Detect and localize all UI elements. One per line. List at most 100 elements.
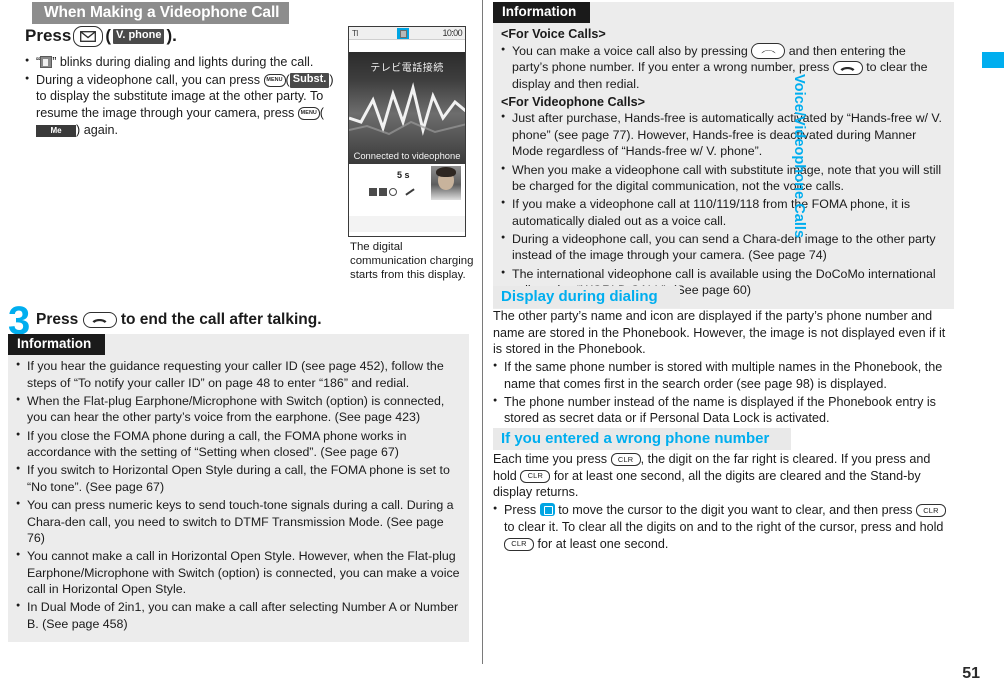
list-item: If you switch to Horizontal Open Style d… — [16, 462, 460, 495]
display-dialing-paragraph: The other party’s name and icon are disp… — [493, 309, 946, 357]
information-list-left: If you hear the guidance requesting your… — [8, 358, 469, 632]
mail-key-icon — [73, 26, 104, 47]
phone-blank-strip — [349, 40, 465, 52]
wrong-part1: Each time you press — [493, 452, 608, 466]
press-notes-list: “” blinks during dialing and lights duri… — [25, 54, 337, 140]
list-item: The phone number instead of the name is … — [493, 394, 954, 427]
clr-key-icon: CLR — [610, 453, 641, 467]
softkey-v-phone: V. phone — [113, 29, 165, 44]
list-item: You cannot make a call in Horizontal Ope… — [16, 548, 460, 597]
menu-key-icon: MENU — [263, 73, 286, 87]
icon-b — [379, 188, 387, 196]
list-item: Just after purchase, Hands-free is autom… — [501, 110, 945, 159]
videophone-status-icon — [397, 28, 409, 39]
list-item: When you make a videophone call with sub… — [501, 162, 945, 195]
subhead-voice-calls: <For Voice Calls> — [501, 27, 606, 42]
page-number: 51 — [962, 665, 980, 682]
step-text-after: to end the call after talking. — [120, 311, 322, 328]
voice-call-list: You can make a voice call also by pressi… — [493, 43, 954, 92]
signal-icon: Tl — [352, 29, 358, 38]
call-key-icon — [751, 43, 786, 60]
display-dialing-list: If the same phone number is stored with … — [493, 359, 954, 427]
icon-pen — [405, 188, 415, 196]
phone-status-bar: Tl 10:00 — [349, 27, 465, 40]
video-title-jp: テレビ電話接続 — [370, 63, 444, 74]
icon-clock — [389, 188, 397, 196]
step-text-before: Press — [36, 311, 79, 328]
softkey-me: Me — [36, 124, 76, 137]
video-caption: Connected to videophone — [353, 150, 461, 161]
section-header-videophone: When Making a Videophone Call — [32, 2, 290, 25]
wrong-number-title: If you entered a wrong phone number — [493, 428, 792, 451]
clr-key-icon-3: CLR — [915, 504, 946, 518]
list-item: If the same phone number is stored with … — [493, 359, 954, 392]
clr-key-icon-2: CLR — [520, 469, 551, 483]
wrong-number-paragraph: Each time you press CLR, the digit on th… — [493, 451, 954, 501]
chapter-tab-label: Voice/Videophone Calls — [791, 74, 807, 239]
section-title-text: When Making a Videophone Call — [32, 2, 290, 25]
wrong-number-body: Each time you press CLR, the digit on th… — [493, 451, 954, 553]
cursor-key-icon — [539, 503, 555, 517]
step-3: 3 Press to end the call after talking. — [8, 299, 458, 343]
list-item: When the Flat-plug Earphone/Microphone w… — [16, 393, 460, 426]
bullet-1-text: ” blinks during dialing and lights durin… — [52, 55, 314, 69]
subhead-videophone-calls: <For Videophone Calls> — [501, 95, 645, 110]
phone-status-icon-row — [369, 188, 415, 196]
section-header-wrong-number: If you entered a wrong phone number — [493, 428, 792, 451]
chapter-tab-marker — [982, 52, 1004, 68]
wrong-number-list: Press to move the cursor to the digit yo… — [493, 502, 954, 552]
end-call-key-icon-right — [832, 60, 863, 75]
paren-open: ( — [105, 26, 111, 46]
phone-screenshot: Tl 10:00 テレビ電話接続 Connected to videophone… — [348, 26, 466, 237]
list-item: “” blinks during dialing and lights duri… — [25, 54, 337, 71]
end-call-key-icon — [82, 311, 117, 328]
list-item: Press to move the cursor to the digit yo… — [493, 502, 954, 552]
column-divider — [482, 0, 483, 664]
softkey-subst: Subst. — [289, 73, 330, 88]
call-timer: 5 s — [397, 170, 410, 180]
wb-part2: to move the cursor to the digit you want… — [558, 503, 913, 518]
information-title-right: Information — [493, 2, 591, 24]
voice-bullet-part1: You can make a voice call also by pressi… — [512, 43, 748, 58]
right-column: Information <For Voice Calls> You can ma… — [487, 0, 957, 697]
list-item: You can make a voice call also by pressi… — [501, 43, 945, 92]
bullet-2-part1: During a videophone call, you can press — [36, 72, 261, 87]
waveform-graphic — [349, 82, 465, 136]
clr-key-icon-4: CLR — [504, 537, 534, 551]
phone-lower-area: 5 s — [349, 164, 465, 216]
phone-caption: The digital communication charging start… — [350, 241, 474, 282]
display-dialing-body: The other party’s name and icon are disp… — [493, 308, 954, 428]
list-item: In Dual Mode of 2in1, you can make a cal… — [16, 599, 460, 632]
left-column: When Making a Videophone Call Press ( V.… — [0, 0, 473, 697]
wrong-part3: for at least one second, all the digits … — [493, 468, 921, 500]
press-label: Press — [25, 26, 72, 46]
press-instruction: Press ( V. phone ). — [25, 26, 325, 47]
list-item: During a videophone call, you can press … — [25, 72, 337, 139]
menu-key-icon-2: MENU — [297, 107, 320, 121]
icon-a — [369, 188, 377, 196]
display-dialing-title: Display during dialing — [493, 286, 680, 309]
party-thumbnail — [431, 166, 461, 200]
information-box-right: Information <For Voice Calls> You can ma… — [493, 2, 954, 309]
phone-footer-strip — [349, 216, 465, 232]
list-item: If you make a videophone call at 110/119… — [501, 196, 945, 229]
list-item: If you close the FOMA phone during a cal… — [16, 428, 460, 461]
wb-part4: for at least one second. — [537, 536, 669, 551]
list-item: During a videophone call, you can send a… — [501, 231, 945, 264]
information-title: Information — [8, 334, 106, 356]
list-item: If you hear the guidance requesting your… — [16, 358, 460, 391]
phone-video-area: テレビ電話接続 Connected to videophone — [349, 52, 465, 164]
step-number: 3 — [8, 299, 31, 343]
bullet-2-part3: ) again. — [76, 122, 119, 137]
videophone-call-list: Just after purchase, Hands-free is autom… — [493, 110, 954, 298]
information-box-left: Information If you hear the guidance req… — [8, 334, 469, 643]
paren-close: ). — [166, 26, 177, 46]
list-item: You can press numeric keys to send touch… — [16, 497, 460, 546]
wb-part3: to clear it. To clear all the digits on … — [504, 519, 944, 534]
section-header-display-dialing: Display during dialing — [493, 286, 680, 309]
manual-page: When Making a Videophone Call Press ( V.… — [0, 0, 1004, 697]
paren2: ( — [319, 106, 324, 121]
wb-part1: Press — [504, 503, 537, 518]
videophone-pictogram-icon — [40, 56, 53, 68]
clock-text: 10:00 — [442, 28, 462, 38]
